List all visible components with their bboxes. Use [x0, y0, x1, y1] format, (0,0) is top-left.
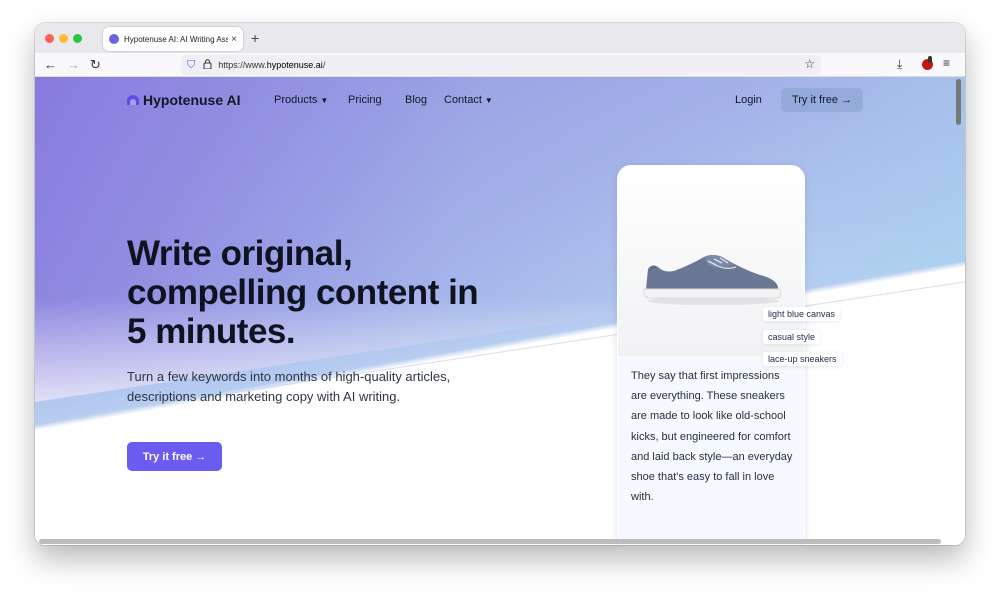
address-bar[interactable]: ⛉ https://www.hypotenuse.ai/ ☆: [181, 55, 821, 75]
hero-title: Write original, compelling content in 5 …: [127, 234, 547, 351]
product-image: [618, 166, 804, 356]
keyword-tag: light blue canvas: [763, 307, 841, 321]
nav-blog[interactable]: Blog: [405, 94, 427, 106]
shield-icon[interactable]: ⛉: [187, 59, 195, 72]
logo-icon: [127, 95, 139, 105]
download-icon[interactable]: ⤓: [897, 57, 902, 72]
maximize-window-button[interactable]: [73, 34, 82, 43]
reload-icon[interactable]: ↻: [90, 56, 101, 74]
tab-close-icon[interactable]: ×: [231, 34, 237, 45]
sneaker-image: [643, 255, 782, 305]
nav-products[interactable]: Products ▼: [274, 94, 328, 106]
chevron-down-icon: ▼: [320, 96, 329, 105]
try-free-header-button[interactable]: Try it free →: [781, 88, 863, 112]
url-prefix: https://www.: [218, 60, 267, 70]
browser-window: Hypotenuse AI: AI Writing Assis × + ← → …: [35, 23, 965, 545]
bookmark-star-icon[interactable]: ☆: [804, 57, 815, 71]
logo-text: Hypotenuse AI: [143, 92, 241, 108]
close-window-button[interactable]: [45, 34, 54, 43]
site-logo[interactable]: Hypotenuse AI: [127, 92, 241, 108]
horizontal-scrollbar[interactable]: [39, 539, 941, 544]
favicon-icon: [109, 34, 119, 44]
hero-subtitle: Turn a few keywords into months of high-…: [127, 367, 487, 407]
vertical-scrollbar[interactable]: [956, 79, 961, 125]
nav-contact[interactable]: Contact ▼: [444, 94, 493, 106]
lock-icon[interactable]: [203, 58, 212, 72]
url-domain: hypotenuse.ai: [266, 60, 323, 70]
browser-tab[interactable]: Hypotenuse AI: AI Writing Assis ×: [103, 27, 243, 51]
url-suffix: /: [322, 60, 326, 70]
back-arrow-icon[interactable]: ←: [44, 56, 57, 74]
nav-products-label: Products: [274, 94, 318, 106]
minimize-window-button[interactable]: [59, 34, 68, 43]
hero-subtitle-line: descriptions and marketing copy with AI …: [127, 389, 401, 404]
hero-title-line: compelling content in: [127, 273, 479, 312]
nav-contact-label: Contact: [444, 94, 482, 106]
hamburger-menu-icon[interactable]: ≡: [943, 56, 950, 70]
nav-pricing[interactable]: Pricing: [348, 94, 382, 106]
url-text[interactable]: https://www.hypotenuse.ai/: [218, 60, 325, 70]
chevron-down-icon: ▼: [484, 96, 493, 105]
hero-title-line: 5 minutes.: [127, 312, 296, 351]
tab-title: Hypotenuse AI: AI Writing Assis: [124, 34, 229, 44]
product-description: They say that first impressions are ever…: [631, 370, 793, 504]
page-viewport: Hypotenuse AI Products ▼ Pricing Blog Con…: [35, 77, 965, 545]
hero-title-line: Write original,: [127, 234, 353, 273]
tab-strip: Hypotenuse AI: AI Writing Assis × +: [35, 23, 965, 53]
keyword-tag: lace-up sneakers: [763, 352, 842, 366]
forward-arrow-icon[interactable]: →: [67, 56, 80, 74]
hero-subtitle-line: Turn a few keywords into months of high-…: [127, 369, 451, 384]
try-free-hero-button[interactable]: Try it free →: [127, 442, 222, 471]
new-tab-button[interactable]: +: [251, 30, 259, 46]
browser-toolbar: ← → ↻ ⛉ https://www.hypotenuse.ai/ ☆ ⤓ ≡: [35, 53, 965, 77]
login-link[interactable]: Login: [735, 94, 762, 106]
keyword-tag: casual style: [763, 330, 821, 344]
extension-badge: [928, 56, 932, 63]
